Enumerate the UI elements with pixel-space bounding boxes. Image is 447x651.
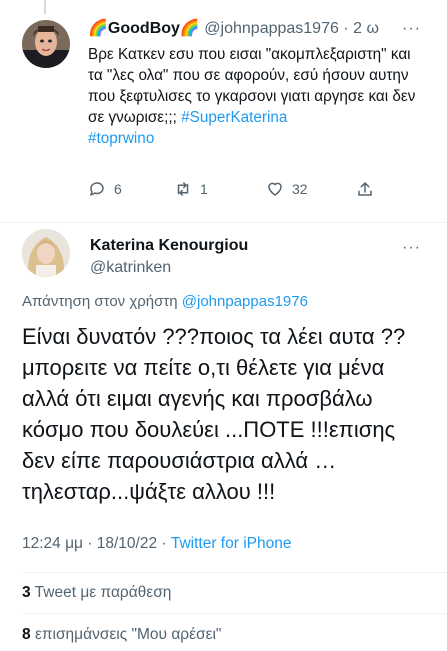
tweet1-text: Βρε Κατκεν εσυ που εισαι "ακομπλεξαριστη… xyxy=(88,44,428,149)
tweet1-separator: · xyxy=(343,20,349,37)
avatar-goodboy[interactable] xyxy=(22,20,70,68)
tweet1-display-name[interactable]: 🌈GoodBoy🌈 xyxy=(88,20,200,37)
share-button[interactable] xyxy=(356,180,374,198)
tweet2-timestamp[interactable]: 12:24 μμ · 18/10/22 · xyxy=(22,535,171,552)
tweet2-more-icon[interactable]: ··· xyxy=(402,239,421,257)
tweet1-time[interactable]: 2 ω xyxy=(353,20,379,37)
likes-stat[interactable]: 8 επισημάνσεις "Μου αρέσει" xyxy=(22,626,221,644)
quote-tweets-stat[interactable]: 3 Tweet με παράθεση xyxy=(22,584,171,602)
tweet2-source[interactable]: Twitter for iPhone xyxy=(171,535,292,552)
likes-count: 8 xyxy=(22,626,31,643)
quote-label: Tweet με παράθεση xyxy=(34,584,172,601)
like-count: 32 xyxy=(292,181,308,197)
avatar-image xyxy=(22,20,70,68)
avatar-image xyxy=(22,229,70,277)
avatar-katerina[interactable] xyxy=(22,229,70,277)
likes-label: επισημάνσεις "Μου αρέσει" xyxy=(34,626,222,643)
tweet-main: Katerina Kenourgiou @katrinken ··· Απάντ… xyxy=(0,222,447,651)
tweet2-meta: 12:24 μμ · 18/10/22 · Twitter for iPhone xyxy=(22,535,291,553)
quote-count: 3 xyxy=(22,584,31,601)
tweet1-actions: 6 1 32 xyxy=(88,180,418,202)
tweet1-handle[interactable]: @johnpappas1976 xyxy=(204,20,339,37)
tweet2-text: Είναι δυνατόν ???ποιος τα λέει αυτα ?? μ… xyxy=(22,324,406,504)
retweet-icon xyxy=(177,182,189,196)
retweet-count: 1 xyxy=(200,181,208,197)
reply-context: Απάντηση στον χρήστη @johnpappas1976 xyxy=(22,293,308,310)
tweet2-handle[interactable]: @katrinken xyxy=(90,259,171,277)
tweet2-display-name[interactable]: Katerina Kenourgiou xyxy=(90,237,248,255)
reply-handle-link[interactable]: @johnpappas1976 xyxy=(182,293,308,310)
reply-button[interactable]: 6 xyxy=(88,180,122,198)
reply-icon xyxy=(90,182,104,196)
reply-label: Απάντηση στον χρήστη xyxy=(22,293,178,310)
hashtag-superkaterina[interactable]: #SuperKaterina xyxy=(181,109,287,126)
divider xyxy=(22,613,447,614)
hashtag-toprwino[interactable]: #toprwino xyxy=(88,130,154,147)
divider xyxy=(22,572,447,573)
tweet1-more-icon[interactable]: ··· xyxy=(402,20,421,38)
reply-count: 6 xyxy=(114,181,122,197)
heart-icon xyxy=(268,182,282,196)
share-icon xyxy=(358,182,372,196)
tweet-parent[interactable]: 🌈GoodBoy🌈 @johnpappas1976 · 2 ω ··· Βρε … xyxy=(0,0,447,222)
like-button[interactable]: 32 xyxy=(266,180,308,198)
thread-line xyxy=(44,0,46,14)
retweet-button[interactable]: 1 xyxy=(174,180,208,198)
tweet1-header: 🌈GoodBoy🌈 @johnpappas1976 · 2 ω xyxy=(88,18,407,38)
